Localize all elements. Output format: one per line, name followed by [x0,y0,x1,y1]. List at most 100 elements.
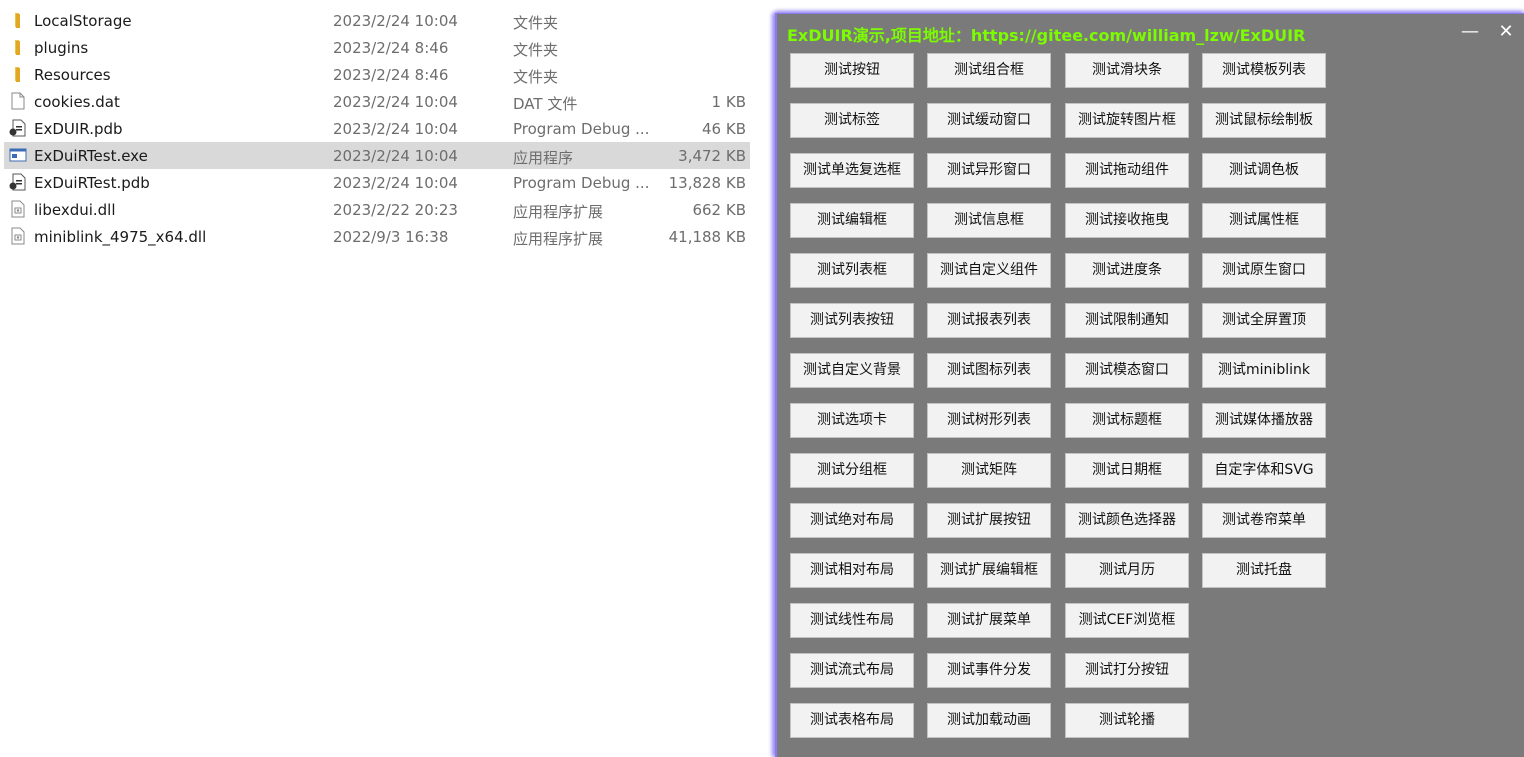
file-name: ExDuiRTest.exe [34,147,148,165]
test-button[interactable]: 测试模板列表 [1202,53,1326,88]
file-type: DAT 文件 [513,95,578,113]
test-button[interactable]: 测试打分按钮 [1065,653,1189,688]
file-name: cookies.dat [34,93,120,111]
test-button[interactable]: 测试异形窗口 [927,153,1051,188]
folder-icon [9,38,27,56]
test-button[interactable]: 测试加载动画 [927,703,1051,738]
file-row[interactable]: Resources 2023/2/24 8:46 文件夹 [4,61,750,88]
file-row[interactable]: libexdui.dll 2023/2/22 20:23 应用程序扩展 662 KB [4,196,750,223]
file-name: Resources [34,66,111,84]
test-button[interactable]: 测试属性框 [1202,203,1326,238]
test-button[interactable]: 测试模态窗口 [1065,353,1189,388]
test-button[interactable]: 测试列表框 [790,253,914,288]
file-row[interactable]: miniblink_4975_x64.dll 2022/9/3 16:38 应用程序… [4,223,750,250]
test-button[interactable]: 测试日期框 [1065,453,1189,488]
test-button[interactable]: 测试旋转图片框 [1065,103,1189,138]
pdb-file-icon [9,119,27,137]
test-button[interactable]: 测试图标列表 [927,353,1051,388]
test-button[interactable]: 测试扩展编辑框 [927,553,1051,588]
file-type: 文件夹 [513,68,559,86]
file-row[interactable]: ExDUIR.pdb 2023/2/24 10:04 Program Debug .… [4,115,750,142]
test-button[interactable]: 测试自定义背景 [790,353,914,388]
test-button[interactable]: 测试颜色选择器 [1065,503,1189,538]
test-button[interactable]: 测试扩展菜单 [927,603,1051,638]
file-name: ExDuiRTest.pdb [34,174,150,192]
dll-file-icon [9,200,27,218]
file-type: Program Debug ... [513,174,650,192]
test-button[interactable]: 测试缓动窗口 [927,103,1051,138]
test-button[interactable]: 测试线性布局 [790,603,914,638]
test-button[interactable]: 测试进度条 [1065,253,1189,288]
file-date: 2023/2/24 10:04 [333,12,458,30]
test-button[interactable]: 测试拖动组件 [1065,153,1189,188]
file-type: Program Debug ... [513,120,650,138]
test-button[interactable]: 测试月历 [1065,553,1189,588]
test-button[interactable]: 测试扩展按钮 [927,503,1051,538]
file-row[interactable]: ExDuiRTest.pdb 2023/2/24 10:04 Program Deb… [4,169,750,196]
test-button[interactable]: 测试自定义组件 [927,253,1051,288]
test-button[interactable]: 测试限制通知 [1065,303,1189,338]
file-row[interactable]: ExDuiRTest.exe 2023/2/24 10:04 应用程序 3,472 K… [4,142,750,169]
test-button[interactable]: 测试绝对布局 [790,503,914,538]
file-name: LocalStorage [34,12,132,30]
file-size: 3,472 KB [678,147,746,165]
test-button[interactable]: 测试流式布局 [790,653,914,688]
file-name: ExDUIR.pdb [34,120,123,138]
test-button[interactable]: 自定字体和SVG [1202,453,1326,488]
file-row[interactable]: LocalStorage 2023/2/24 10:04 文件夹 [4,7,750,34]
file-size: 41,188 KB [668,228,746,246]
test-button[interactable]: 测试报表列表 [927,303,1051,338]
test-button[interactable]: 测试矩阵 [927,453,1051,488]
test-button[interactable]: 测试全屏置顶 [1202,303,1326,338]
file-name: plugins [34,39,89,57]
test-button[interactable]: 测试鼠标绘制板 [1202,103,1326,138]
folder-icon [9,65,27,83]
test-button[interactable]: 测试信息框 [927,203,1051,238]
test-button[interactable]: 测试组合框 [927,53,1051,88]
file-type: 应用程序扩展 [513,203,604,221]
test-button[interactable]: 测试选项卡 [790,403,914,438]
test-button[interactable]: 测试轮播 [1065,703,1189,738]
file-size: 662 KB [692,201,746,219]
file-name: miniblink_4975_x64.dll [34,228,207,246]
file-name: libexdui.dll [34,201,116,219]
test-button[interactable]: 测试单选复选框 [790,153,914,188]
file-size: 46 KB [702,120,746,138]
minimize-button[interactable]: — [1460,22,1480,42]
test-button[interactable]: 测试按钮 [790,53,914,88]
test-button[interactable]: 测试原生窗口 [1202,253,1326,288]
file-date: 2022/9/3 16:38 [333,228,449,246]
file-size: 13,828 KB [668,174,746,192]
test-button[interactable]: 测试分组框 [790,453,914,488]
exe-file-icon [9,146,27,164]
test-button[interactable]: 测试miniblink [1202,353,1326,388]
test-button[interactable]: 测试树形列表 [927,403,1051,438]
test-button[interactable]: 测试媒体播放器 [1202,403,1326,438]
file-row[interactable]: cookies.dat 2023/2/24 10:04 DAT 文件 1 KB [4,88,750,115]
test-button[interactable]: 测试标签 [790,103,914,138]
test-button[interactable]: 测试CEF浏览框 [1065,603,1189,638]
file-row[interactable]: plugins 2023/2/24 8:46 文件夹 [4,34,750,61]
test-button[interactable]: 测试事件分发 [927,653,1051,688]
test-button[interactable]: 测试标题框 [1065,403,1189,438]
test-button[interactable]: 测试表格布局 [790,703,914,738]
file-size: 1 KB [711,93,746,111]
close-button[interactable]: ✕ [1496,22,1516,42]
test-button[interactable]: 测试调色板 [1202,153,1326,188]
file-date: 2023/2/24 8:46 [333,66,449,84]
folder-icon [9,11,27,29]
test-button[interactable]: 测试编辑框 [790,203,914,238]
file-type: 文件夹 [513,41,559,59]
pdb-file-icon [9,173,27,191]
test-button[interactable]: 测试相对布局 [790,553,914,588]
test-button[interactable]: 测试接收拖曳 [1065,203,1189,238]
exduir-demo-window: ExDUIR演示,项目地址：https://gitee.com/william_… [775,13,1524,757]
test-button[interactable]: 测试滑块条 [1065,53,1189,88]
test-button[interactable]: 测试托盘 [1202,553,1326,588]
test-button[interactable]: 测试卷帘菜单 [1202,503,1326,538]
file-type: 应用程序扩展 [513,230,604,248]
blank-file-icon [9,92,27,110]
dll-file-icon [9,227,27,245]
test-button[interactable]: 测试列表按钮 [790,303,914,338]
file-type: 文件夹 [513,14,559,32]
